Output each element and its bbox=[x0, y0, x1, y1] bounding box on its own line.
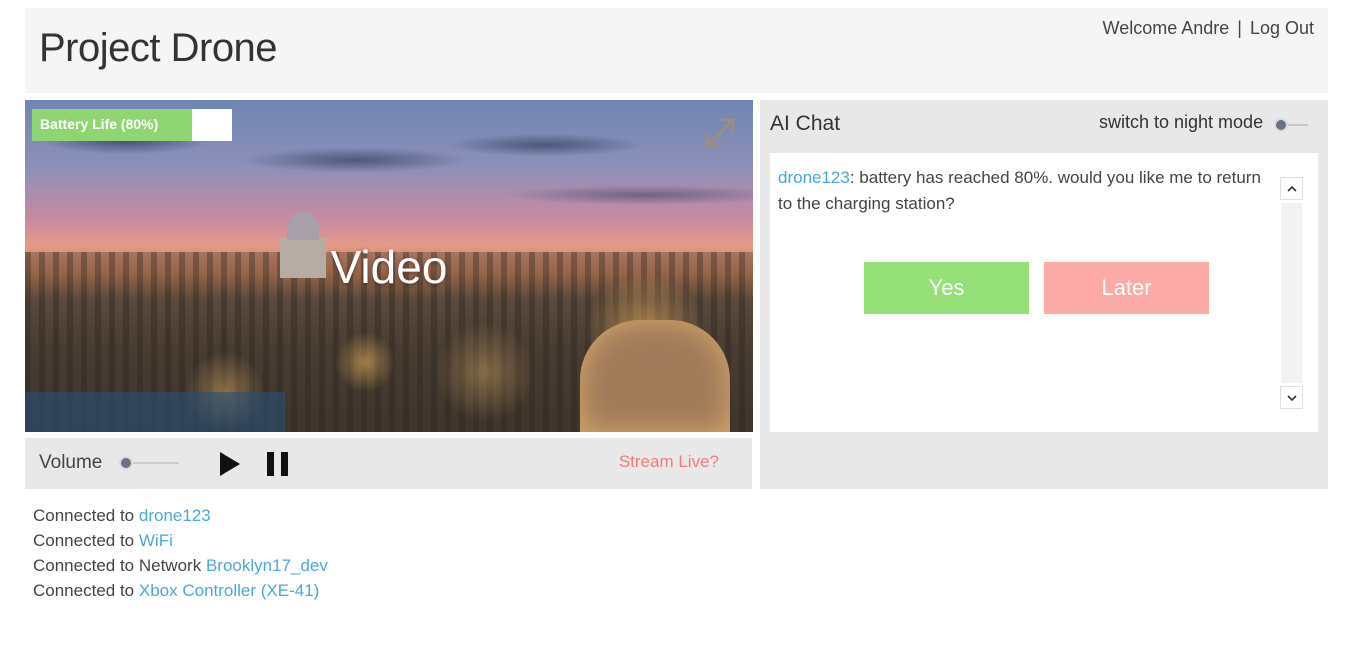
connection-wifi-link[interactable]: WiFi bbox=[139, 531, 173, 550]
volume-slider-knob[interactable] bbox=[119, 456, 133, 470]
chat-sender-link[interactable]: drone123 bbox=[778, 168, 850, 187]
chevron-up-icon bbox=[1286, 185, 1297, 192]
ai-chat-panel: AI Chat switch to night mode drone123: b… bbox=[760, 100, 1328, 489]
header: Project Drone Welcome Andre | Log Out bbox=[25, 8, 1328, 93]
logout-link[interactable]: Log Out bbox=[1250, 18, 1314, 38]
chat-message: drone123: battery has reached 80%. would… bbox=[778, 165, 1273, 217]
video-castle bbox=[580, 320, 730, 432]
battery-label: Battery Life (80%) bbox=[40, 116, 159, 132]
connection-prefix: Connected to bbox=[33, 531, 135, 550]
video-river bbox=[25, 392, 285, 432]
chevron-down-icon bbox=[1286, 394, 1297, 401]
connection-prefix: Connected to Network bbox=[33, 556, 202, 575]
pause-button[interactable] bbox=[265, 451, 291, 477]
expand-arrows-icon[interactable] bbox=[703, 116, 737, 150]
connection-item: Connected to Network Brooklyn17_dev bbox=[33, 553, 328, 578]
play-icon bbox=[220, 452, 240, 476]
chat-scrollbar[interactable] bbox=[1280, 177, 1303, 409]
playback-controls: Volume Stream Live? bbox=[25, 438, 752, 489]
chat-title: AI Chat bbox=[770, 112, 841, 135]
stream-live-link[interactable]: Stream Live? bbox=[619, 452, 719, 472]
yes-button[interactable]: Yes bbox=[864, 262, 1029, 314]
connection-controller-link[interactable]: Xbox Controller (XE-41) bbox=[139, 581, 319, 600]
play-button[interactable] bbox=[218, 451, 242, 477]
scroll-up-button[interactable] bbox=[1280, 177, 1303, 200]
connection-prefix: Connected to bbox=[33, 581, 135, 600]
night-mode-label: switch to night mode bbox=[1099, 112, 1264, 132]
user-links: Welcome Andre | Log Out bbox=[1103, 18, 1314, 39]
connection-item: Connected to WiFi bbox=[33, 528, 328, 553]
separator: | bbox=[1237, 18, 1242, 38]
connection-item: Connected to Xbox Controller (XE-41) bbox=[33, 578, 328, 603]
volume-label: Volume bbox=[39, 452, 103, 473]
night-mode-toggle[interactable] bbox=[1274, 118, 1308, 132]
night-mode-toggle-knob[interactable] bbox=[1274, 118, 1288, 132]
volume-slider[interactable] bbox=[119, 456, 179, 470]
video-label: Video bbox=[330, 241, 448, 293]
scroll-down-button[interactable] bbox=[1280, 386, 1303, 409]
video-dome bbox=[287, 212, 319, 240]
connection-network-link[interactable]: Brooklyn17_dev bbox=[206, 556, 328, 575]
connection-drone-link[interactable]: drone123 bbox=[139, 506, 211, 525]
connection-prefix: Connected to bbox=[33, 506, 135, 525]
connection-status-list: Connected to drone123 Connected to WiFi … bbox=[33, 503, 328, 603]
later-button[interactable]: Later bbox=[1044, 262, 1209, 314]
welcome-text: Welcome Andre bbox=[1102, 18, 1230, 38]
page-title: Project Drone bbox=[39, 26, 278, 70]
connection-item: Connected to drone123 bbox=[33, 503, 328, 528]
battery-indicator: Battery Life (80%) bbox=[32, 109, 232, 141]
scrollbar-track[interactable] bbox=[1281, 203, 1302, 383]
chat-message-box: drone123: battery has reached 80%. would… bbox=[770, 153, 1318, 432]
pause-icon bbox=[267, 452, 288, 476]
video-player[interactable]: Video Battery Life (80%) bbox=[25, 100, 753, 432]
